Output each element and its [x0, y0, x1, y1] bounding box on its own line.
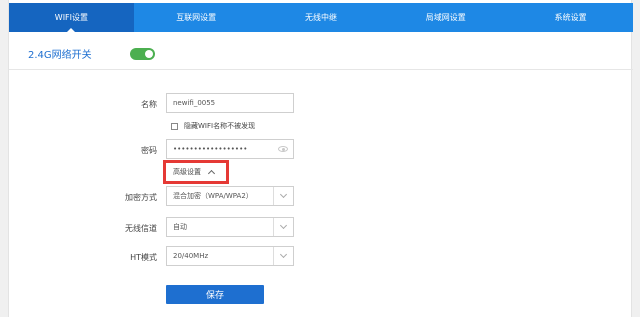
encryption-label: 加密方式 — [125, 193, 157, 202]
ssid-name-input[interactable]: newifi_0055 — [166, 93, 294, 113]
ht-mode-value: 20/40MHz — [173, 252, 209, 260]
channel-label: 无线信道 — [125, 224, 157, 233]
password-input[interactable]: •••••••••••••••••• — [166, 139, 294, 159]
channel-value: 自动 — [173, 223, 187, 231]
advanced-settings-toggle[interactable]: 高级设置 — [163, 160, 229, 184]
chevron-up-icon — [207, 169, 216, 178]
dropdown-arrow — [273, 247, 293, 265]
chevron-down-icon — [279, 221, 288, 230]
tab-system-settings[interactable]: 系统设置 — [508, 3, 633, 32]
ht-mode-select[interactable]: 20/40MHz — [166, 246, 294, 266]
hide-ssid-label: 隐藏WIFI名称不被发现 — [184, 122, 256, 130]
tab-internet-settings[interactable]: 互联网设置 — [134, 3, 259, 32]
eye-icon[interactable] — [278, 146, 288, 152]
ht-mode-label: HT模式 — [130, 253, 157, 262]
name-label: 名称 — [141, 100, 157, 109]
settings-panel: WIFI设置 互联网设置 无线中继 局域网设置 系统设置 2.4G网络开关 名称… — [8, 0, 633, 317]
wifi-switch-label: 2.4G网络开关 — [28, 50, 92, 61]
password-label: 密码 — [141, 146, 157, 155]
encryption-value: 混合加密（WPA/WPA2） — [173, 192, 253, 200]
encryption-select[interactable]: 混合加密（WPA/WPA2） — [166, 186, 294, 206]
toggle-knob — [145, 50, 153, 58]
tab-bar: WIFI设置 互联网设置 无线中继 局域网设置 系统设置 — [9, 3, 633, 32]
wifi-toggle[interactable] — [130, 48, 155, 60]
hide-ssid-checkbox[interactable] — [171, 122, 178, 130]
tab-wifi-settings[interactable]: WIFI设置 — [9, 3, 134, 32]
advanced-settings-label: 高级设置 — [173, 168, 201, 176]
tab-lan-settings[interactable]: 局域网设置 — [383, 3, 508, 32]
save-button[interactable]: 保存 — [166, 285, 264, 304]
wifi-switch-row: 2.4G网络开关 — [9, 32, 633, 70]
chevron-down-icon — [279, 190, 288, 199]
tab-wireless-repeater[interactable]: 无线中继 — [259, 3, 384, 32]
chevron-down-icon — [279, 250, 288, 259]
ssid-name-value: newifi_0055 — [173, 99, 216, 107]
hide-ssid-row[interactable]: 隐藏WIFI名称不被发现 — [171, 121, 255, 131]
password-value: •••••••••••••••••• — [173, 145, 248, 153]
channel-select[interactable]: 自动 — [166, 217, 294, 237]
dropdown-arrow — [273, 187, 293, 205]
dropdown-arrow — [273, 218, 293, 236]
